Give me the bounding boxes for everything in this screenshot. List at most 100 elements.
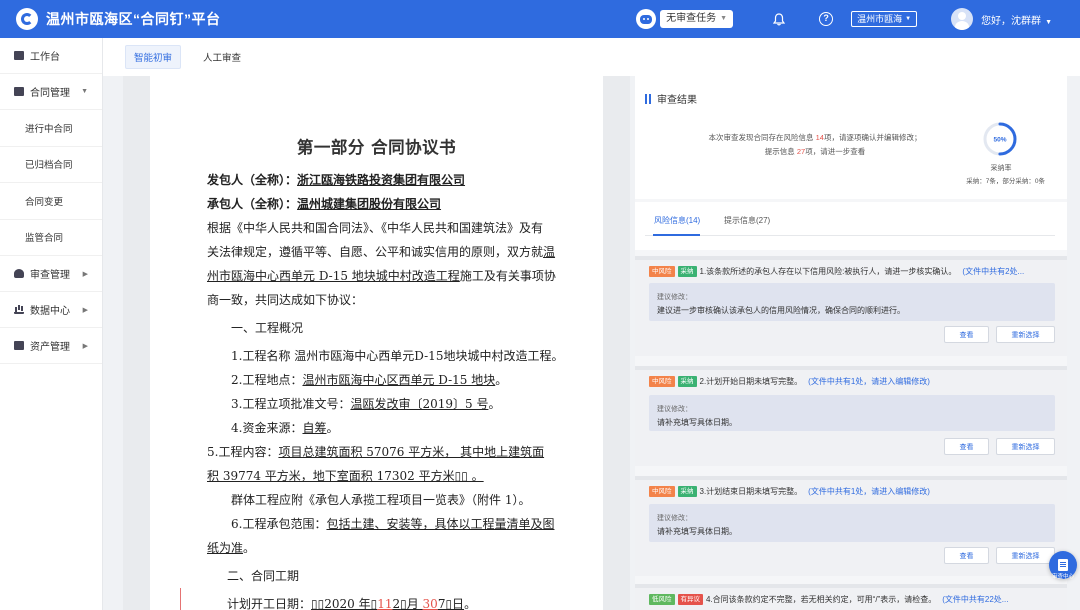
sidebar-item-label: 资产管理 — [30, 342, 70, 353]
sidebar-item-asset-management[interactable]: 资产管理 ▶ — [0, 328, 102, 364]
chevron-right-icon: ▶ — [82, 306, 88, 314]
project-name-link: 州市瓯海中心西单元 D-15 地块城中村改造工程 — [207, 269, 460, 283]
chevron-down-icon: ▼ — [1045, 18, 1052, 26]
project-name-item: 1.工程名称 温州市瓯海中心西单元D-15地块城中村改造工程。 — [231, 347, 563, 364]
locate-link[interactable]: (文件中共有1处，请进入编辑修改) — [808, 486, 930, 497]
suggestion-box: 建议修改： 请补充填写具体日期。 — [649, 395, 1055, 431]
sidebar-item-data-center[interactable]: 数据中心 ▶ — [0, 292, 102, 328]
risk-item-text: 1.该条款所述的承包人存在以下信用风险:被执行人，请进一步核实确认。 — [699, 267, 957, 276]
change-marker — [180, 588, 181, 610]
date-text: ▯▯2020 年▯ — [311, 597, 378, 610]
region-select[interactable]: 温州市瓯海 ▼ — [851, 11, 918, 27]
locate-link[interactable]: (文件中共有22处... — [942, 594, 1008, 605]
suggestion-text: 建议进一步审核确认该承包人的信用风险情况，确保合同的顺利进行。 — [657, 306, 905, 315]
summary-line: 本次审查发现合同存在风险信息 14项，请逐项确认并编辑修改； — [675, 132, 955, 143]
review-panel: 审查结果 本次审查发现合同存在风险信息 14项，请逐项确认并编辑修改； 提示信息… — [635, 76, 1067, 610]
scope-item: 6.工程承包范围：包括土建、安装等，具体以工程量清单及图 — [231, 515, 554, 532]
sidebar: 工作台 合同管理 ▼ 进行中合同 已归档合同 合同变更 监管合同 审查管理 ▶ … — [0, 38, 103, 610]
reselect-button[interactable]: 重新选择 — [996, 438, 1055, 455]
adoption-stats: 采纳：7条，部分采纳：0条 — [966, 178, 1045, 185]
item-label: 计划开工日期： — [227, 597, 312, 610]
risk-item-header: 中风险 采纳 1.该条款所述的承包人存在以下信用风险:被执行人，请进一步核实确认。 (… — [649, 266, 1024, 277]
item-label: 6.工程承包范围： — [231, 517, 327, 531]
risk-item: 中风险 采纳 2.计划开始日期未填写完整。 (文件中共有1处，请进入编辑修改) 建议修… — [635, 366, 1067, 466]
risk-level-badge: 中风险 — [649, 266, 675, 277]
reselect-button[interactable]: 重新选择 — [996, 326, 1055, 343]
risk-level-badge: 中风险 — [649, 376, 675, 387]
item-value: 温州市瓯海中心西单元D-15地块城中村改造工程。 — [294, 349, 564, 363]
suggestion-label: 建议修改： — [657, 406, 692, 413]
suggestion-label: 建议修改： — [657, 294, 692, 301]
project-content-item: 5.工程内容：项目总建筑面积 57076 平方米， 其中地上建筑面 — [207, 443, 544, 460]
date-text: 2 — [392, 597, 401, 610]
risk-item-header: 中风险 采纳 2.计划开始日期未填写完整。 (文件中共有1处，请进入编辑修改) — [649, 376, 930, 387]
locate-link[interactable]: (文件中共有2处... — [962, 266, 1024, 277]
sidebar-item-review-management[interactable]: 审查管理 ▶ — [0, 256, 102, 292]
tab-smart-review[interactable]: 智能初审 — [125, 45, 182, 69]
review-center-label: 审查中心 — [1051, 574, 1074, 580]
sidebar-item-contract-management[interactable]: 合同管理 ▼ — [0, 74, 102, 110]
summary-text: 本次审查发现合同存在风险信息 — [708, 133, 816, 142]
scope-item: 纸为准。 — [207, 539, 255, 556]
item-label: 4.资金来源： — [231, 421, 303, 435]
app-logo-icon — [16, 8, 38, 30]
greeting-text: 您好，沈群群 — [981, 15, 1042, 27]
funding-source-item: 4.资金来源：自筹。 — [231, 419, 338, 436]
sidebar-item-archived-contracts[interactable]: 已归档合同 — [0, 147, 102, 183]
para-line: 群体工程应附《承包人承揽工程项目一览表》（附件 1）。 — [231, 493, 531, 507]
risk-item-text: 4.合同该条款约定不完整，若无相关约定，可用“/”表示，请检查。 — [706, 595, 937, 604]
active-tab-indicator — [653, 234, 700, 236]
task-select[interactable]: 无审查任务 ▼ — [660, 10, 734, 28]
risk-item: 中风险 采纳 1.该条款所述的承包人存在以下信用风险:被执行人，请进一步核实确认。 (… — [635, 256, 1067, 356]
summary-text: 项，请进一步查看 — [805, 147, 866, 156]
item-end: 。 — [464, 597, 477, 610]
risk-count: 14 — [815, 133, 824, 142]
project-name-link: 温 — [543, 245, 556, 259]
locate-link[interactable]: (文件中共有1处，请进入编辑修改) — [808, 376, 930, 387]
suggestion-text: 请补充填写具体日期。 — [657, 527, 737, 536]
item-value: 项目总建筑面积 57076 平方米， 其中地上建筑面 — [278, 445, 545, 459]
view-button[interactable]: 查看 — [944, 326, 989, 343]
top-header: 温州市瓯海区“合同钉”平台 无审查任务 ▼ ? 温州市瓯海 ▼ 您好，沈群群 ▼ — [0, 0, 1080, 38]
adoption-label: 采纳率 — [990, 165, 1012, 172]
status-badge: 采纳 — [677, 376, 697, 387]
risk-item-text: 3.计划结束日期未填写完整。 — [699, 487, 803, 496]
sidebar-item-workbench[interactable]: 工作台 — [0, 38, 102, 74]
risk-item-header: 中风险 采纳 3.计划结束日期未填写完整。 (文件中共有1处，请进入编辑修改) — [649, 486, 930, 497]
chevron-down-icon: ▼ — [905, 16, 912, 22]
help-icon[interactable]: ? — [819, 12, 834, 26]
bell-icon[interactable] — [771, 11, 787, 27]
view-button[interactable]: 查看 — [944, 547, 989, 564]
region-select-value: 温州市瓯海 — [857, 14, 903, 24]
sidebar-item-contract-changes[interactable]: 合同变更 — [0, 183, 102, 220]
result-tabs: 风险信息(14) 提示信息(27) — [635, 202, 1067, 250]
employer-name: 浙江瓯海铁路投资集团有限公司 — [297, 173, 466, 187]
risk-item: 中风险 采纳 3.计划结束日期未填写完整。 (文件中共有1处，请进入编辑修改) 建议修… — [635, 476, 1067, 576]
tab-hint-info[interactable]: 提示信息(27) — [724, 215, 770, 226]
approval-number-item: 3.工程立项批准文号：温瓯发改审〔2019〕5 号。 — [231, 395, 500, 412]
desktop-icon — [14, 51, 24, 60]
para-line: 关法律规定，遵循平等、自愿、公平和诚实信用的原则，双方就温 — [207, 243, 555, 260]
contractor-label: 承包人（全称）： — [207, 197, 298, 211]
sidebar-item-label: 审查管理 — [30, 270, 70, 281]
chevron-right-icon: ▶ — [82, 342, 88, 350]
review-title: 审查结果 — [645, 91, 697, 106]
para-line: 根据《中华人民共和国合同法》、《中华人民共和国建筑法》及有 — [207, 221, 544, 235]
contractor-name: 温州城建集团股份有限公司 — [297, 197, 442, 211]
tab-manual-review[interactable]: 人工审查 — [195, 46, 249, 68]
status-badge: 有异议 — [677, 594, 703, 605]
sidebar-item-supervised-contracts[interactable]: 监管合同 — [0, 220, 102, 256]
summary-text: 提示信息 — [764, 147, 797, 156]
avatar[interactable] — [951, 8, 974, 30]
adoption-gauge: 50% — [983, 122, 1017, 156]
item-value: 积 39774 平方米，地下室面积 17302 平方米▯▯ 。 — [207, 469, 484, 483]
sidebar-item-ongoing-contracts[interactable]: 进行中合同 — [0, 110, 102, 147]
risk-item-header: 低风险 有异议 4.合同该条款约定不完整，若无相关约定，可用“/”表示，请检查。 (文… — [649, 594, 1008, 605]
tab-risk-info[interactable]: 风险信息(14) — [654, 215, 700, 226]
reselect-button[interactable]: 重新选择 — [996, 547, 1055, 564]
asset-icon — [14, 341, 24, 350]
item-label: 1.工程名称 — [231, 349, 291, 363]
user-menu[interactable]: 您好，沈群群 ▼ — [981, 12, 1052, 27]
document-viewer[interactable]: 第一部分 合同协议书 发包人（全称）：浙江瓯海铁路投资集团有限公司 承包人（全称… — [123, 76, 630, 610]
view-button[interactable]: 查看 — [944, 438, 989, 455]
